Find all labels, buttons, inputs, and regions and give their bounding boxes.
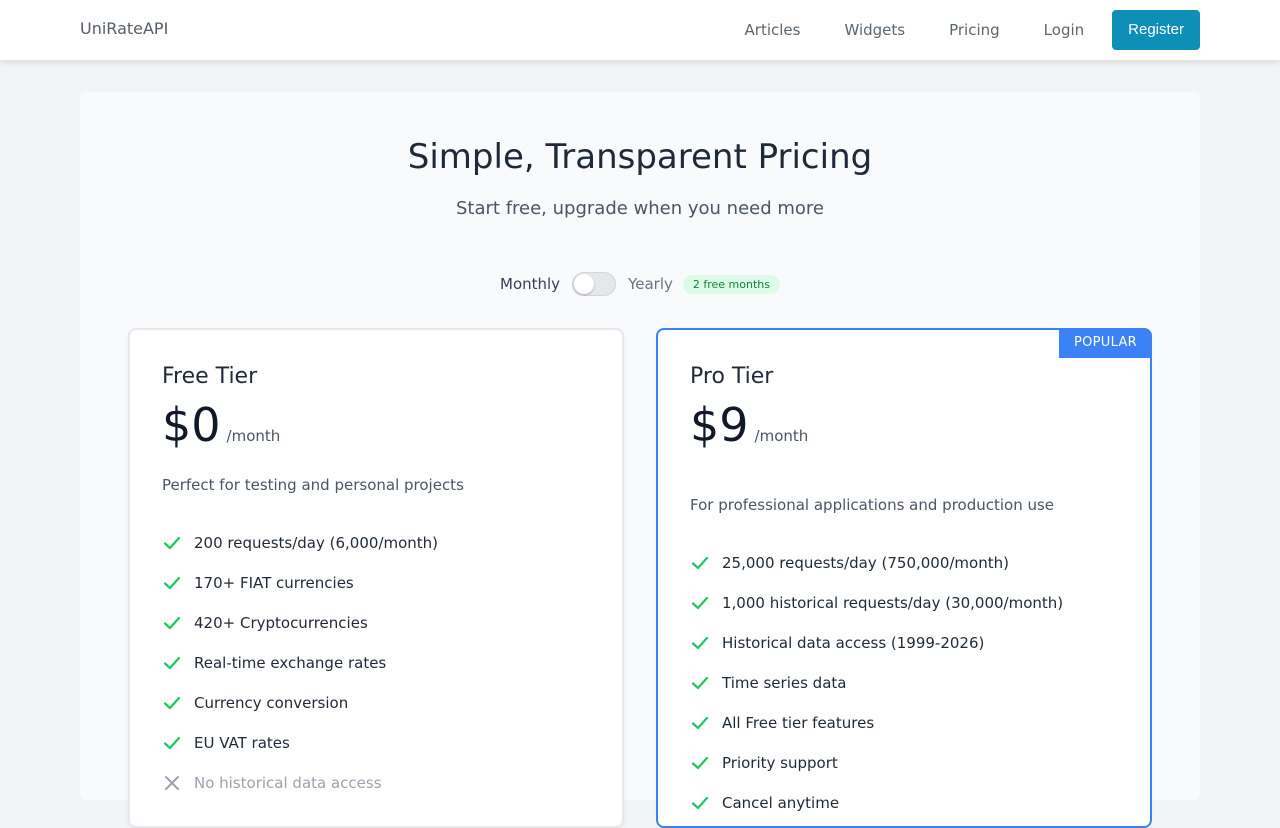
plan-period: /month <box>754 427 809 445</box>
price-row: $9 /month <box>690 398 808 452</box>
feature-item: EU VAT rates <box>162 723 438 763</box>
yearly-label[interactable]: Yearly <box>628 275 673 293</box>
feature-item: 200 requests/day (6,000/month) <box>162 523 438 563</box>
page-title: Simple, Transparent Pricing <box>407 137 873 177</box>
feature-text: 170+ FIAT currencies <box>194 574 354 592</box>
yearly-discount-badge: 2 free months <box>682 274 780 294</box>
pricing-panel: Simple, Transparent Pricing Start free, … <box>80 92 1200 828</box>
feature-item: Time series data <box>690 663 1063 703</box>
check-icon <box>690 673 710 693</box>
plan-card-pro: POPULAR Pro Tier $9 /month For professio… <box>656 328 1152 828</box>
feature-item: Priority support <box>690 743 1063 783</box>
page-subtitle: Start free, upgrade when you need more <box>456 198 824 219</box>
check-icon <box>162 573 182 593</box>
feature-item: 1,000 historical requests/day (30,000/mo… <box>690 583 1063 623</box>
feature-item: Historical data access (1999-2026) <box>690 623 1063 663</box>
monthly-label[interactable]: Monthly <box>500 275 560 293</box>
plan-card-free: Free Tier $0 /month Perfect for testing … <box>128 328 624 828</box>
feature-text: Time series data <box>722 674 847 692</box>
brand-logo-link[interactable]: UniRateAPI <box>80 19 168 38</box>
check-icon <box>690 553 710 573</box>
check-icon <box>162 533 182 553</box>
check-icon <box>690 753 710 773</box>
check-icon <box>690 593 710 613</box>
register-button[interactable]: Register <box>1112 10 1200 50</box>
nav-link-widgets[interactable]: Widgets <box>822 10 927 50</box>
feature-item: Cancel anytime <box>690 783 1063 823</box>
plan-description: For professional applications and produc… <box>690 496 1055 514</box>
top-navbar: UniRateAPI Articles Widgets Pricing Logi… <box>0 0 1280 60</box>
plan-period: /month <box>226 427 281 445</box>
feature-text: Real-time exchange rates <box>194 654 387 672</box>
plan-name: Pro Tier <box>690 364 774 389</box>
feature-text: Currency conversion <box>194 694 349 712</box>
feature-item: Currency conversion <box>162 683 438 723</box>
check-icon <box>162 733 182 753</box>
check-icon <box>162 693 182 713</box>
feature-text: No historical data access <box>194 774 382 792</box>
feature-text: 420+ Cryptocurrencies <box>194 614 368 632</box>
feature-item: No historical data access <box>162 763 438 803</box>
plan-price: $0 <box>162 398 221 452</box>
feature-text: 1,000 historical requests/day (30,000/mo… <box>722 594 1064 612</box>
feature-text: Priority support <box>722 754 838 772</box>
feature-text: All Free tier features <box>722 714 875 732</box>
feature-text: 25,000 requests/day (750,000/month) <box>722 554 1009 572</box>
billing-switch[interactable] <box>572 272 617 296</box>
check-icon <box>690 793 710 813</box>
feature-item: All Free tier features <box>690 703 1063 743</box>
feature-item: 420+ Cryptocurrencies <box>162 603 438 643</box>
x-icon <box>162 773 182 793</box>
feature-text: Historical data access (1999-2026) <box>722 634 985 652</box>
feature-text: EU VAT rates <box>194 734 290 752</box>
check-icon <box>162 613 182 633</box>
feature-item: Real-time exchange rates <box>162 643 438 683</box>
switch-knob <box>574 274 595 294</box>
plan-price: $9 <box>690 398 749 452</box>
check-icon <box>690 713 710 733</box>
nav-link-articles[interactable]: Articles <box>723 10 823 50</box>
feature-text: Cancel anytime <box>722 794 840 812</box>
feature-text: 200 requests/day (6,000/month) <box>194 534 439 552</box>
plan-description: Perfect for testing and personal project… <box>162 476 464 494</box>
price-row: $0 /month <box>162 398 280 452</box>
feature-list: 25,000 requests/day (750,000/month) 1,000… <box>690 543 1063 823</box>
nav-links: Articles Widgets Pricing Login Register <box>723 10 1200 50</box>
check-icon <box>690 633 710 653</box>
feature-item: 170+ FIAT currencies <box>162 563 438 603</box>
nav-link-pricing[interactable]: Pricing <box>927 10 1022 50</box>
nav-link-login[interactable]: Login <box>1022 10 1106 50</box>
billing-toggle: Monthly Yearly 2 free months <box>80 271 1200 297</box>
plan-name: Free Tier <box>162 364 258 389</box>
feature-item: 25,000 requests/day (750,000/month) <box>690 543 1063 583</box>
check-icon <box>162 653 182 673</box>
feature-list: 200 requests/day (6,000/month) 170+ FIAT … <box>162 523 438 803</box>
popular-badge: POPULAR <box>1059 328 1152 358</box>
